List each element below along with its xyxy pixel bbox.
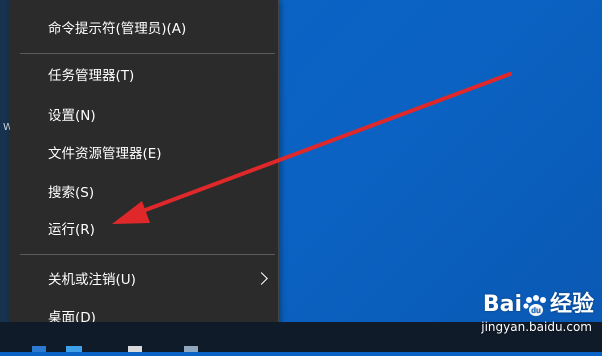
winx-context-menu: 命令提示符(管理员)(A) 任务管理器(T) 设置(N) 文件资源管理器(E) … — [10, 0, 279, 345]
menu-item-search[interactable]: 搜索(S) — [10, 175, 278, 211]
menu-item-label: 命令提示符(管理员)(A) — [48, 21, 187, 37]
start-button-icon — [32, 346, 46, 352]
taskview-icon — [66, 346, 82, 352]
menu-item-task-manager[interactable]: 任务管理器(T) — [10, 58, 278, 94]
menu-item-label: 关机或注销(U) — [48, 272, 136, 288]
menu-separator — [20, 254, 275, 255]
menu-item-shutdown-signout[interactable]: 关机或注销(U) — [10, 262, 278, 298]
menu-item-label: 设置(N) — [48, 108, 96, 124]
menu-item-run[interactable]: 运行(R) — [10, 212, 278, 248]
file-explorer-icon — [128, 346, 142, 352]
menu-item-label: 任务管理器(T) — [48, 68, 135, 84]
menu-item-label: 文件资源管理器(E) — [48, 146, 162, 162]
watermark-brand-left: Bai — [482, 292, 522, 317]
settings-icon — [184, 346, 198, 352]
svg-text:du: du — [531, 306, 541, 315]
menu-item-label: 搜索(S) — [48, 185, 95, 201]
menu-separator — [20, 53, 275, 54]
menu-item-label: 运行(R) — [48, 222, 95, 238]
menu-item-settings[interactable]: 设置(N) — [10, 98, 278, 134]
menu-item-file-explorer[interactable]: 文件资源管理器(E) — [10, 136, 278, 172]
chevron-right-icon — [255, 272, 268, 285]
watermark-url: jingyan.baidu.com — [481, 320, 592, 334]
watermark-brand: Bai du 经验 — [483, 286, 594, 318]
menu-item-command-prompt-admin[interactable]: 命令提示符(管理员)(A) — [10, 11, 278, 47]
watermark-brand-right: 经验 — [549, 292, 594, 317]
baidu-paw-icon: du — [522, 295, 550, 316]
baidu-jingyan-watermark: Bai du 经验 jingyan.baidu.com — [454, 286, 600, 346]
